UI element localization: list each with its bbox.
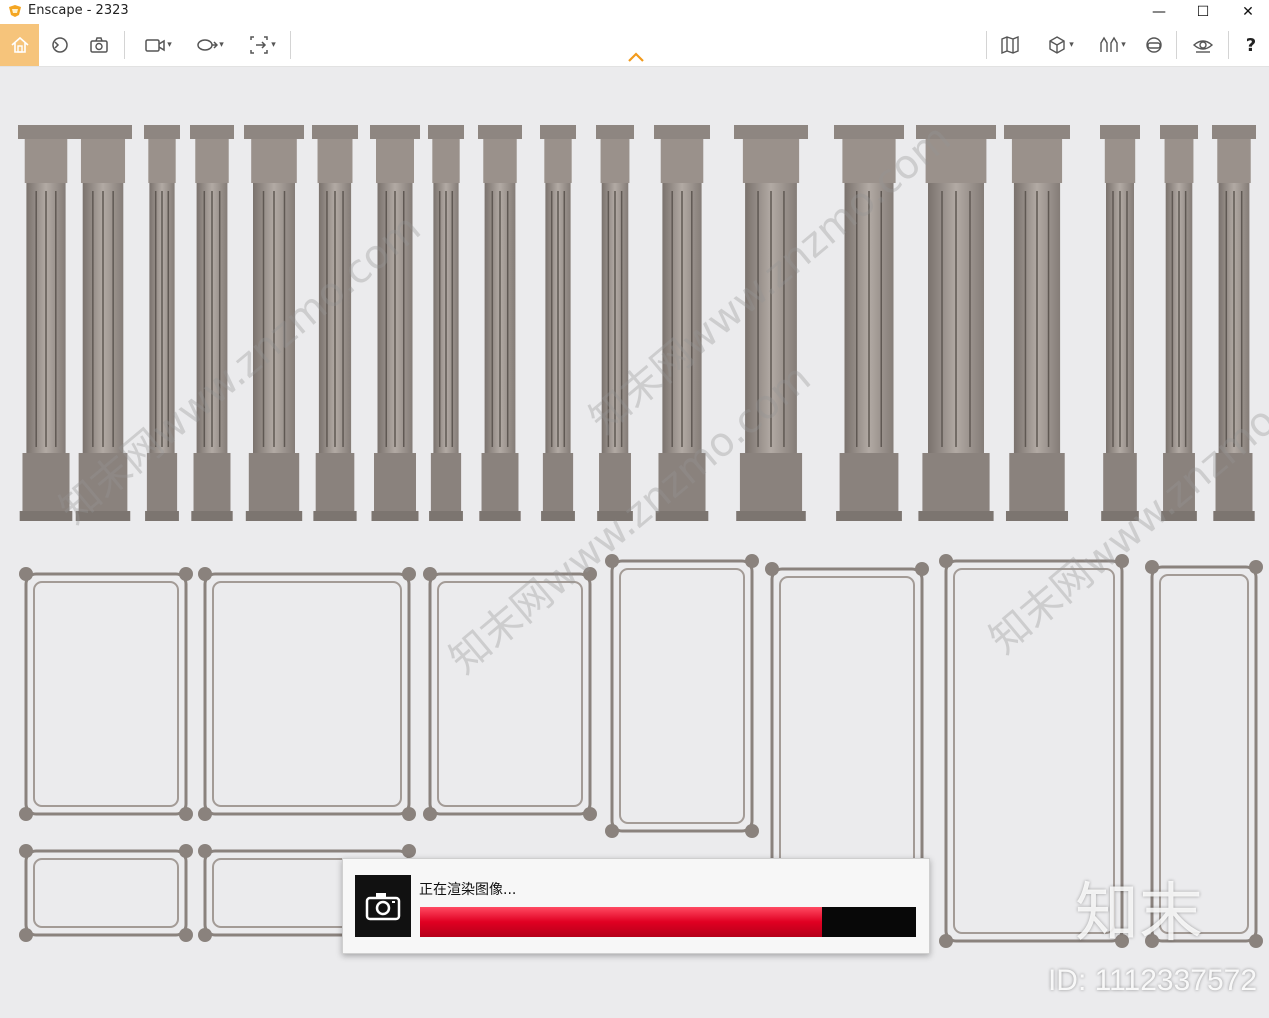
orbit-icon: [52, 37, 68, 53]
vr-headset-icon: [1146, 37, 1162, 53]
wall-panel: [19, 844, 193, 942]
close-icon: ✕: [1242, 4, 1254, 20]
enscape-logo-icon: [9, 5, 21, 17]
home-icon: [10, 36, 29, 53]
wall-panel: [19, 567, 193, 821]
render-status-label: 正在渲染图像...: [419, 882, 517, 898]
pilaster: [478, 125, 522, 521]
chevron-down-icon: ▾: [271, 40, 276, 50]
window-title: Enscape - 2323: [28, 3, 129, 18]
close-button[interactable]: ✕: [1225, 0, 1269, 24]
help-icon: ?: [1245, 34, 1257, 56]
chevron-down-icon: ▾: [219, 40, 224, 50]
pilaster-collection: [18, 125, 1256, 521]
assets-button[interactable]: ▾: [1090, 28, 1134, 62]
export-icon: [250, 36, 268, 54]
toolbar-separator: [290, 31, 291, 59]
batch-render-icon: [197, 39, 219, 51]
maximize-icon: ☐: [1196, 4, 1210, 20]
toolbar-separator: [124, 31, 125, 59]
pilaster: [18, 125, 74, 521]
orbit-button[interactable]: [48, 28, 72, 62]
pilaster: [428, 125, 464, 521]
pilaster: [370, 125, 420, 521]
minimize-button[interactable]: —: [1136, 0, 1182, 24]
assets-icon: [1100, 36, 1118, 52]
map-icon: [1001, 35, 1019, 55]
render-progress-bar: [420, 907, 916, 937]
home-button[interactable]: [0, 24, 39, 66]
vr-headset-button[interactable]: [1142, 28, 1166, 62]
cube-view-button[interactable]: ▾: [1038, 28, 1082, 62]
video-camera-button[interactable]: ▾: [136, 28, 180, 62]
pilaster: [540, 125, 576, 521]
chevron-down-icon: ▾: [1121, 40, 1126, 50]
pilaster: [1004, 125, 1070, 521]
wall-panel: [605, 554, 759, 838]
wall-panel: [198, 567, 416, 821]
screenshot-icon: [90, 37, 108, 53]
visual-settings-icon: [1192, 40, 1214, 53]
video-camera-icon: [145, 39, 165, 52]
chevron-down-icon: ▾: [167, 40, 172, 50]
toolbar-separator: [986, 31, 987, 59]
export-button[interactable]: ▾: [240, 28, 284, 62]
toolbar-separator: [1176, 31, 1177, 59]
cube-view-icon: [1049, 36, 1065, 54]
camera-icon: [355, 875, 411, 937]
help-button[interactable]: ?: [1240, 28, 1262, 62]
pilaster: [916, 125, 996, 521]
map-button[interactable]: [998, 28, 1022, 62]
pilaster: [190, 125, 234, 521]
render-progress-dialog: 正在渲染图像...: [342, 858, 930, 954]
render-progress-fill: [420, 907, 822, 937]
pilaster: [596, 125, 634, 521]
batch-render-button[interactable]: ▾: [188, 28, 232, 62]
visual-settings-button[interactable]: [1190, 28, 1216, 62]
screenshot-button[interactable]: [86, 28, 112, 62]
chevron-down-icon: ▾: [1069, 40, 1074, 50]
pilaster: [1100, 125, 1140, 521]
watermark-logo: 知末: [1075, 877, 1203, 951]
collapse-toolbar-chevron-icon[interactable]: [626, 50, 646, 64]
maximize-button[interactable]: ☐: [1180, 0, 1226, 24]
minimize-icon: —: [1152, 4, 1166, 20]
watermark-id: ID: 1112337572: [1047, 964, 1257, 997]
toolbar-separator: [1228, 31, 1229, 59]
title-bar: Enscape - 2323 — ☐ ✕: [0, 0, 1269, 24]
